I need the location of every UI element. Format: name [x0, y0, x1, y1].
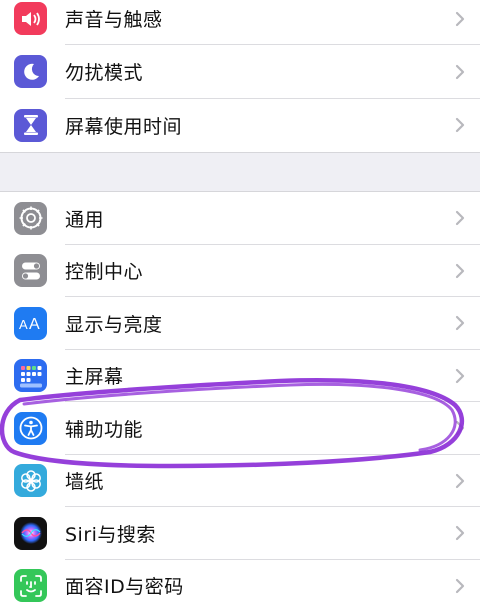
- settings-row-label: 辅助功能: [65, 418, 144, 441]
- settings-row-control-center[interactable]: 控制中心: [0, 245, 480, 297]
- settings-row-wallpaper[interactable]: 墙纸: [0, 455, 480, 507]
- settings-row-label: 显示与亮度: [65, 313, 163, 336]
- settings-row-general[interactable]: 通用: [0, 192, 480, 245]
- svg-text:A: A: [29, 316, 40, 333]
- chevron-right-icon: [455, 473, 465, 488]
- toggles-icon: [14, 254, 47, 288]
- settings-row-label: 勿扰模式: [65, 62, 144, 85]
- settings-row-do-not-disturb[interactable]: 勿扰模式: [0, 45, 480, 99]
- settings-row-label: 面容ID与密码: [65, 576, 184, 599]
- settings-row-siri-search[interactable]: Siri与搜索: [0, 507, 480, 560]
- settings-row-label: 主屏幕: [65, 366, 124, 389]
- chevron-right-icon: [455, 526, 465, 541]
- settings-row-display-brightness[interactable]: A A 显示与亮度: [0, 297, 480, 350]
- chevron-right-icon: [455, 64, 465, 80]
- chevron-right-icon: [455, 578, 465, 593]
- settings-group-2: 通用 控制中心 A A 显示与亮度 主屏幕 辅助功能 墙纸 Siri与搜索 面容…: [0, 192, 480, 606]
- settings-row-label: 控制中心: [65, 261, 144, 284]
- accessibility-icon: [14, 411, 47, 445]
- flower-icon: [14, 464, 47, 498]
- settings-row-face-id-passcode[interactable]: 面容ID与密码: [0, 560, 480, 606]
- chevron-right-icon: [455, 263, 465, 278]
- text-size-icon: A A: [14, 306, 47, 340]
- siri-icon: [14, 516, 47, 550]
- settings-row-label: Siri与搜索: [65, 523, 156, 546]
- section-gap: [0, 152, 480, 192]
- speaker-icon: [14, 2, 47, 36]
- settings-screen: 声音与触感 勿扰模式 屏幕使用时间 通用 控制中心 A A 显示与亮度 主屏幕 …: [0, 0, 480, 606]
- home-grid-icon: [14, 359, 47, 393]
- settings-row-home-screen[interactable]: 主屏幕: [0, 350, 480, 402]
- gear-icon: [14, 201, 47, 235]
- chevron-right-icon: [455, 11, 465, 26]
- settings-row-label: 屏幕使用时间: [65, 115, 183, 138]
- settings-row-sounds[interactable]: 声音与触感: [0, 0, 480, 46]
- chevron-right-icon: [455, 211, 465, 226]
- chevron-right-icon: [455, 316, 465, 331]
- settings-row-label: 通用: [65, 208, 105, 231]
- settings-row-label: 墙纸: [65, 471, 105, 494]
- moon-icon: [14, 55, 47, 89]
- settings-row-accessibility[interactable]: 辅助功能: [0, 402, 480, 455]
- chevron-right-icon: [455, 368, 465, 383]
- settings-row-screen-time[interactable]: 屏幕使用时间: [0, 99, 480, 152]
- chevron-right-icon: [455, 421, 465, 436]
- settings-row-label: 声音与触感: [65, 9, 163, 32]
- face-id-icon: [14, 569, 47, 603]
- svg-text:A: A: [19, 317, 28, 332]
- hourglass-icon: [14, 108, 47, 142]
- chevron-right-icon: [455, 118, 465, 133]
- settings-group-1: 声音与触感 勿扰模式 屏幕使用时间: [0, 0, 480, 152]
